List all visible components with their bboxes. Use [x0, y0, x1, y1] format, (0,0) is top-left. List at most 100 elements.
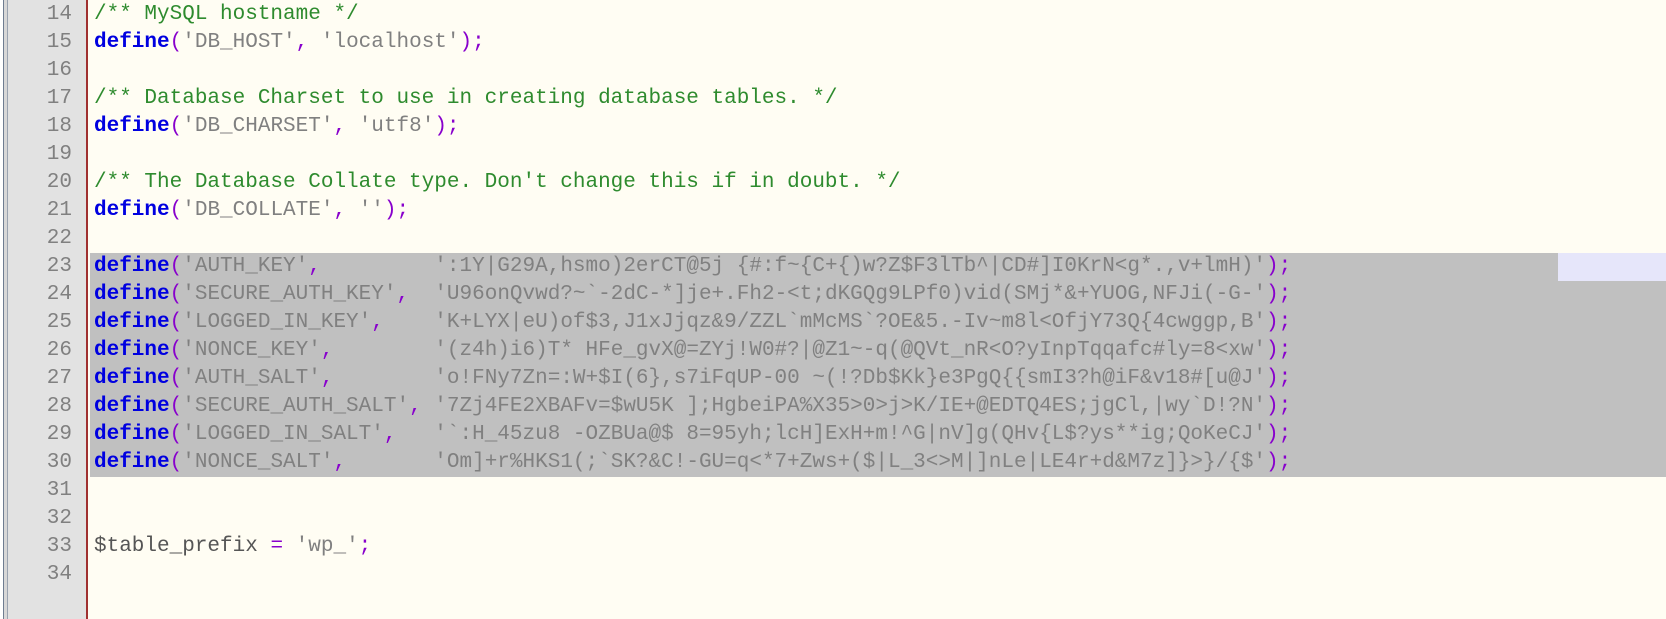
token-string: 'SECURE_AUTH_SALT': [182, 395, 410, 418]
line-number: 25: [46, 311, 72, 334]
code-content-area[interactable]: /** MySQL hostname */define('DB_HOST', '…: [90, 0, 1666, 619]
token-punct: ,: [333, 451, 347, 474]
token-punct: );: [1266, 311, 1292, 334]
code-line[interactable]: $table_prefix = 'wp_';: [90, 533, 1666, 561]
token-string: 'localhost': [320, 31, 460, 54]
code-line-selected[interactable]: define('SECURE_AUTH_KEY', 'U96onQvwd?~`-…: [90, 281, 1666, 309]
token-string: 'NONCE_SALT': [182, 451, 334, 474]
token-keyword: define: [94, 395, 170, 418]
code-line-selected[interactable]: define('SECURE_AUTH_SALT', '7Zj4FE2XBAFv…: [90, 393, 1666, 421]
code-line[interactable]: /** Database Charset to use in creating …: [90, 85, 1666, 113]
line-number: 34: [46, 563, 72, 586]
token-var: $table_prefix: [94, 535, 258, 558]
line-number: 26: [46, 339, 72, 362]
line-number: 32: [46, 507, 72, 530]
token-string: 'LOGGED_IN_SALT': [182, 423, 384, 446]
line-number: 30: [46, 451, 72, 474]
code-line-text: /** Database Charset to use in creating …: [94, 87, 838, 110]
token-punct: ,: [383, 423, 397, 446]
token-string: 'SECURE_AUTH_KEY': [182, 283, 397, 306]
token-string: '(z4h)i6)T* HFe_gvX@=ZYj!W0#?|@Z1~-q(@QV…: [434, 339, 1267, 362]
code-line-text: define('LOGGED_IN_KEY', 'K+LYX|eU)of$3,J…: [94, 311, 1291, 334]
line-number: 19: [46, 143, 72, 166]
code-line-text: define('AUTH_KEY', ':1Y|G29A,hsmo)2erCT@…: [94, 255, 1291, 278]
code-line-selected[interactable]: define('NONCE_SALT', 'Om]+r%HKS1(;`SK?&C…: [90, 449, 1666, 477]
token-punct: (: [169, 451, 183, 474]
line-number: 27: [46, 367, 72, 390]
code-line-text: define('SECURE_AUTH_SALT', '7Zj4FE2XBAFv…: [94, 395, 1291, 418]
line-number: 17: [46, 87, 72, 110]
code-line-text: define('LOGGED_IN_SALT', '`:H_45zu8 -OZB…: [94, 423, 1291, 446]
line-number: 24: [46, 283, 72, 306]
code-line-text: define('SECURE_AUTH_KEY', 'U96onQvwd?~`-…: [94, 283, 1291, 306]
code-line-selected[interactable]: define('AUTH_SALT', 'o!FNy7Zn=:W+$I(6},s…: [90, 365, 1666, 393]
code-line[interactable]: [90, 561, 1666, 589]
token-punct: (: [169, 199, 183, 222]
line-number: 14: [46, 3, 72, 26]
token-punct: );: [1266, 339, 1292, 362]
token-string: 'U96onQvwd?~`-2dC-*]je+.Fh2-<t;dKGQg9LPf…: [434, 283, 1267, 306]
line-number: 21: [46, 199, 72, 222]
code-line[interactable]: define('DB_CHARSET', 'utf8');: [90, 113, 1666, 141]
code-line[interactable]: [90, 505, 1666, 533]
editor-left-frame: [0, 0, 8, 619]
token-punct: ,: [333, 115, 347, 138]
token-punct: );: [1266, 255, 1292, 278]
token-keyword: define: [94, 367, 170, 390]
code-line[interactable]: [90, 477, 1666, 505]
token-punct: );: [1266, 283, 1292, 306]
line-number: 15: [46, 31, 72, 54]
line-number: 20: [46, 171, 72, 194]
code-line-text: define('NONCE_SALT', 'Om]+r%HKS1(;`SK?&C…: [94, 451, 1291, 474]
token-string: ':1Y|G29A,hsmo)2erCT@5j {#:f~{C+{)w?Z$F3…: [434, 255, 1267, 278]
token-string: '': [358, 199, 384, 222]
token-string: 'Om]+r%HKS1(;`SK?&C!-GU=q<*7+Zws+($|L_3<…: [434, 451, 1267, 474]
token-string: 'utf8': [358, 115, 435, 138]
token-keyword: define: [94, 31, 170, 54]
code-line-selected[interactable]: define('AUTH_KEY', ':1Y|G29A,hsmo)2erCT@…: [90, 253, 1666, 281]
code-line[interactable]: [90, 225, 1666, 253]
code-line-text: $table_prefix = 'wp_';: [94, 535, 371, 558]
token-comment: /** Database Charset to use in creating …: [94, 87, 838, 110]
code-line[interactable]: /** The Database Collate type. Don't cha…: [90, 169, 1666, 197]
editor-left-frame-inner: [0, 0, 4, 619]
token-punct: =: [270, 535, 284, 558]
code-line-selected[interactable]: define('NONCE_KEY', '(z4h)i6)T* HFe_gvX@…: [90, 337, 1666, 365]
token-punct: ,: [295, 31, 309, 54]
token-string: 'DB_HOST': [182, 31, 296, 54]
code-line-selected[interactable]: define('LOGGED_IN_KEY', 'K+LYX|eU)of$3,J…: [90, 309, 1666, 337]
code-line[interactable]: [90, 141, 1666, 169]
code-line[interactable]: [90, 57, 1666, 85]
token-punct: (: [169, 367, 183, 390]
code-line-text: define('DB_HOST', 'localhost');: [94, 31, 485, 54]
code-line[interactable]: define('DB_HOST', 'localhost');: [90, 29, 1666, 57]
token-punct: (: [169, 255, 183, 278]
token-punct: );: [1266, 423, 1292, 446]
code-line-text: define('DB_CHARSET', 'utf8');: [94, 115, 460, 138]
token-keyword: define: [94, 451, 170, 474]
token-punct: ,: [320, 367, 334, 390]
line-number: 33: [46, 535, 72, 558]
code-line[interactable]: /** MySQL hostname */: [90, 1, 1666, 29]
code-line-selected[interactable]: define('LOGGED_IN_SALT', '`:H_45zu8 -OZB…: [90, 421, 1666, 449]
line-number: 22: [46, 227, 72, 250]
token-punct: (: [169, 115, 183, 138]
token-punct: ,: [396, 283, 410, 306]
token-punct: (: [169, 395, 183, 418]
code-line[interactable]: define('DB_COLLATE', '');: [90, 197, 1666, 225]
token-string: 'LOGGED_IN_KEY': [182, 311, 372, 334]
token-keyword: define: [94, 283, 170, 306]
token-punct: );: [434, 115, 460, 138]
right-edge-highlight-chip: [1558, 253, 1666, 281]
token-keyword: define: [94, 199, 170, 222]
token-string: 'AUTH_KEY': [182, 255, 309, 278]
line-number-gutter[interactable]: 14 15 16 17 18 19 20 21 22 23 24 25 26 27 28 29 30 31 32 33…: [8, 0, 86, 619]
